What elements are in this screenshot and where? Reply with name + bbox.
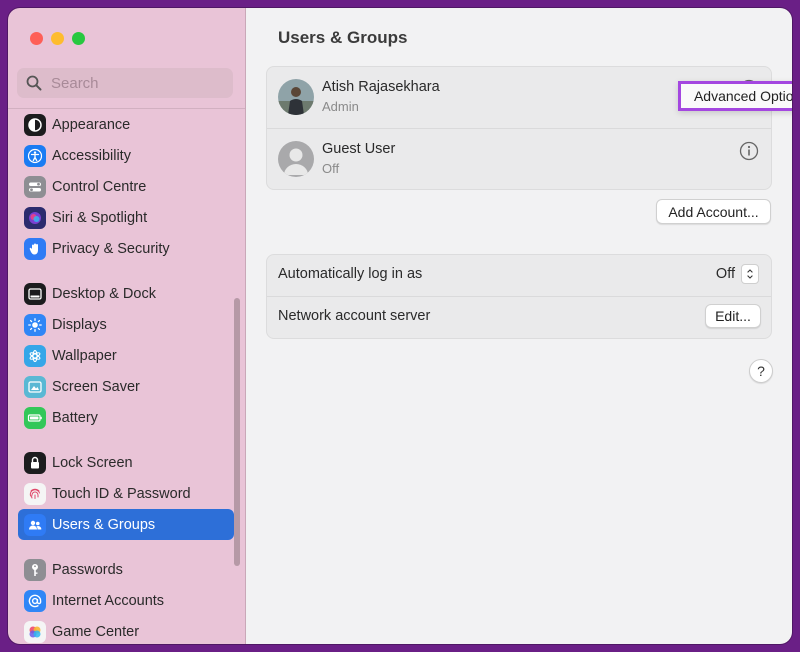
sidebar-group: Appearance Accessibility Control Centre bbox=[18, 109, 234, 264]
auto-login-select[interactable]: Off bbox=[716, 264, 759, 284]
sidebar-item-label: Touch ID & Password bbox=[52, 485, 191, 502]
network-server-label: Network account server bbox=[278, 308, 431, 324]
sidebar-group: Passwords Internet Accounts Game Center bbox=[18, 554, 234, 644]
sidebar-item-label: Siri & Spotlight bbox=[52, 209, 148, 226]
sidebar-item-appearance[interactable]: Appearance bbox=[18, 109, 234, 140]
sidebar-item-siri-spotlight[interactable]: Siri & Spotlight bbox=[18, 202, 234, 233]
accessibility-icon bbox=[24, 144, 46, 167]
auto-login-label: Automatically log in as bbox=[278, 266, 423, 282]
user-row[interactable]: Guest User Off bbox=[267, 128, 771, 190]
user-role: Off bbox=[322, 161, 340, 176]
sidebar-item-label: Screen Saver bbox=[52, 378, 140, 395]
sidebar-item-label: Lock Screen bbox=[52, 454, 133, 471]
sidebar-item-label: Displays bbox=[52, 316, 107, 333]
edit-button[interactable]: Edit... bbox=[705, 304, 761, 328]
info-icon[interactable] bbox=[739, 141, 759, 161]
battery-icon bbox=[24, 406, 46, 429]
add-account-button[interactable]: Add Account... bbox=[656, 199, 771, 224]
help-button[interactable]: ? bbox=[749, 359, 773, 383]
sidebar-item-displays[interactable]: Displays bbox=[18, 309, 234, 340]
sidebar-item-label: Privacy & Security bbox=[52, 240, 170, 257]
auto-login-row: Automatically log in as Off bbox=[267, 255, 771, 296]
user-name: Atish Rajasekhara bbox=[322, 79, 440, 95]
avatar bbox=[278, 141, 314, 177]
sidebar-item-label: Control Centre bbox=[52, 178, 147, 195]
sidebar-nav: Appearance Accessibility Control Centre bbox=[18, 109, 234, 644]
sidebar-item-internet-accounts[interactable]: Internet Accounts bbox=[18, 585, 234, 616]
sidebar-item-label: Game Center bbox=[52, 623, 140, 640]
chevron-up-down-icon bbox=[741, 264, 759, 284]
window-controls bbox=[30, 32, 85, 45]
sidebar-item-label: Wallpaper bbox=[52, 347, 117, 364]
avatar bbox=[278, 79, 314, 115]
sidebar-item-label: Accessibility bbox=[52, 147, 131, 164]
sidebar-item-privacy-security[interactable]: Privacy & Security bbox=[18, 233, 234, 264]
main-pane: Users & Groups Atish Rajasekhara Admin G… bbox=[246, 8, 792, 644]
sidebar-item-passwords[interactable]: Passwords bbox=[18, 554, 234, 585]
close-window-button[interactable] bbox=[30, 32, 43, 45]
sidebar-scrollbar[interactable] bbox=[234, 298, 240, 566]
page-title: Users & Groups bbox=[278, 28, 408, 47]
sidebar-item-screen-saver[interactable]: Screen Saver bbox=[18, 371, 234, 402]
lock-icon bbox=[24, 451, 46, 474]
sidebar-item-label: Desktop & Dock bbox=[52, 285, 156, 302]
zoom-window-button[interactable] bbox=[72, 32, 85, 45]
at-icon bbox=[24, 589, 46, 612]
settings-window: Appearance Accessibility Control Centre bbox=[8, 8, 792, 644]
search-icon bbox=[26, 75, 42, 91]
sidebar-item-label: Appearance bbox=[52, 116, 131, 133]
sidebar-item-battery[interactable]: Battery bbox=[18, 402, 234, 433]
hand-icon bbox=[24, 237, 46, 260]
user-role: Admin bbox=[322, 99, 359, 114]
sidebar-item-label: Internet Accounts bbox=[52, 592, 165, 609]
auto-login-value: Off bbox=[715, 266, 735, 282]
sidebar-group: Lock Screen Touch ID & Password Users & … bbox=[18, 447, 234, 540]
search-input[interactable] bbox=[49, 73, 223, 93]
sidebar-item-users-groups[interactable]: Users & Groups bbox=[18, 509, 234, 540]
siri-icon bbox=[24, 206, 46, 229]
sidebar-item-control-centre[interactable]: Control Centre bbox=[18, 171, 234, 202]
fingerprint-icon bbox=[24, 482, 46, 505]
search-box[interactable] bbox=[17, 68, 233, 98]
users-icon bbox=[24, 513, 46, 536]
sidebar-item-accessibility[interactable]: Accessibility bbox=[18, 140, 234, 171]
sidebar-item-label: Passwords bbox=[52, 561, 123, 578]
sidebar-item-lock-screen[interactable]: Lock Screen bbox=[18, 447, 234, 478]
sidebar-item-game-center[interactable]: Game Center bbox=[18, 616, 234, 644]
flower-icon bbox=[24, 344, 46, 367]
dock-icon bbox=[24, 282, 46, 305]
user-name: Guest User bbox=[322, 141, 396, 157]
sun-icon bbox=[24, 313, 46, 336]
game-center-icon bbox=[24, 620, 46, 643]
sidebar-item-wallpaper[interactable]: Wallpaper bbox=[18, 340, 234, 371]
sidebar-item-label: Battery bbox=[52, 409, 98, 426]
minimize-window-button[interactable] bbox=[51, 32, 64, 45]
sidebar-item-desktop-dock[interactable]: Desktop & Dock bbox=[18, 278, 234, 309]
appearance-icon bbox=[24, 113, 46, 136]
sidebar: Appearance Accessibility Control Centre bbox=[8, 8, 246, 644]
sidebar-item-touch-id[interactable]: Touch ID & Password bbox=[18, 478, 234, 509]
sidebar-group: Desktop & Dock Displays Wallpaper Screen… bbox=[18, 278, 234, 433]
screen-saver-icon bbox=[24, 375, 46, 398]
sidebar-item-label: Users & Groups bbox=[52, 516, 156, 533]
control-centre-icon bbox=[24, 175, 46, 198]
key-icon bbox=[24, 558, 46, 581]
login-settings: Automatically log in as Off Network acco… bbox=[266, 254, 772, 339]
network-server-row: Network account server Edit... bbox=[267, 296, 771, 338]
advanced-options-menu-item[interactable]: Advanced Options... bbox=[678, 81, 792, 111]
